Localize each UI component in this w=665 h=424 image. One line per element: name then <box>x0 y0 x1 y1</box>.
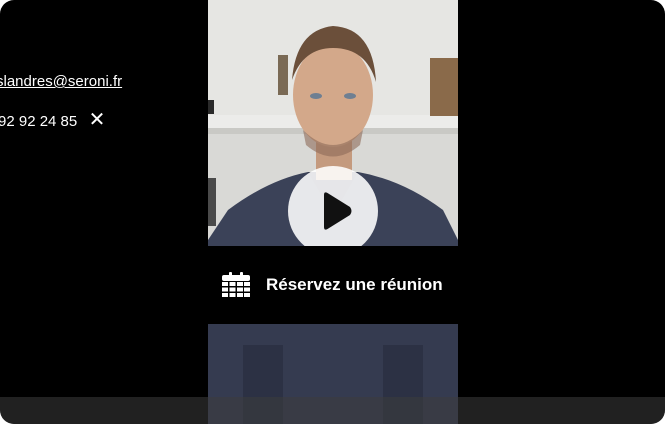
play-icon <box>324 192 352 230</box>
video-widget-overlay: slandres@seroni.fr 92 92 24 85 ✕ Réserve… <box>0 0 665 424</box>
book-meeting-label: Réservez une réunion <box>266 275 443 294</box>
book-meeting-button[interactable]: Réservez une réunion <box>208 246 458 324</box>
play-button[interactable] <box>288 166 378 256</box>
brand-logo <box>316 400 354 422</box>
email-link[interactable]: slandres@seroni.fr <box>0 73 122 90</box>
close-icon[interactable]: ✕ <box>88 110 106 130</box>
video-player[interactable] <box>208 0 458 424</box>
calendar-icon <box>222 272 250 297</box>
phone-number: 92 92 24 85 <box>0 113 78 130</box>
